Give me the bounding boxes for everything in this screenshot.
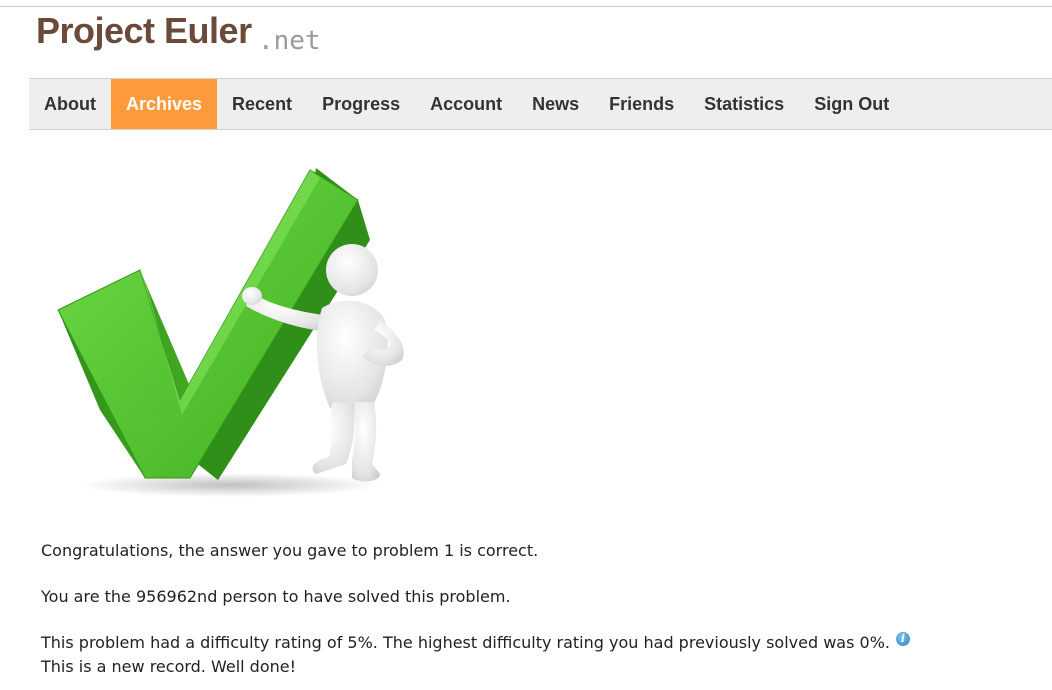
logo-suffix-text: .net bbox=[258, 26, 321, 56]
solver-rank-message: You are the 956962nd person to have solv… bbox=[41, 587, 511, 606]
nav-item-about[interactable]: About bbox=[29, 79, 111, 129]
nav-item-news[interactable]: News bbox=[517, 79, 594, 129]
difficulty-message: This problem had a difficulty rating of … bbox=[41, 632, 910, 652]
record-message: This is a new record. Well done! bbox=[41, 657, 297, 676]
top-rule bbox=[0, 6, 1052, 7]
info-icon[interactable]: i bbox=[896, 632, 910, 646]
nav-item-sign-out[interactable]: Sign Out bbox=[799, 79, 904, 129]
correct-answer-image bbox=[40, 160, 420, 500]
nav-item-account[interactable]: Account bbox=[415, 79, 517, 129]
green-checkmark-icon bbox=[57, 168, 404, 497]
nav-item-friends[interactable]: Friends bbox=[594, 79, 689, 129]
main-nav: About Archives Recent Progress Account N… bbox=[29, 78, 1052, 130]
nav-item-progress[interactable]: Progress bbox=[307, 79, 415, 129]
correct-message: Congratulations, the answer you gave to … bbox=[41, 541, 539, 560]
nav-item-archives[interactable]: Archives bbox=[110, 79, 218, 129]
nav-item-recent[interactable]: Recent bbox=[217, 79, 307, 129]
nav-item-statistics[interactable]: Statistics bbox=[689, 79, 799, 129]
logo-main-text: Project Euler bbox=[36, 10, 252, 51]
difficulty-text: This problem had a difficulty rating of … bbox=[41, 633, 890, 652]
site-logo[interactable]: Project Euler .net bbox=[36, 10, 356, 66]
